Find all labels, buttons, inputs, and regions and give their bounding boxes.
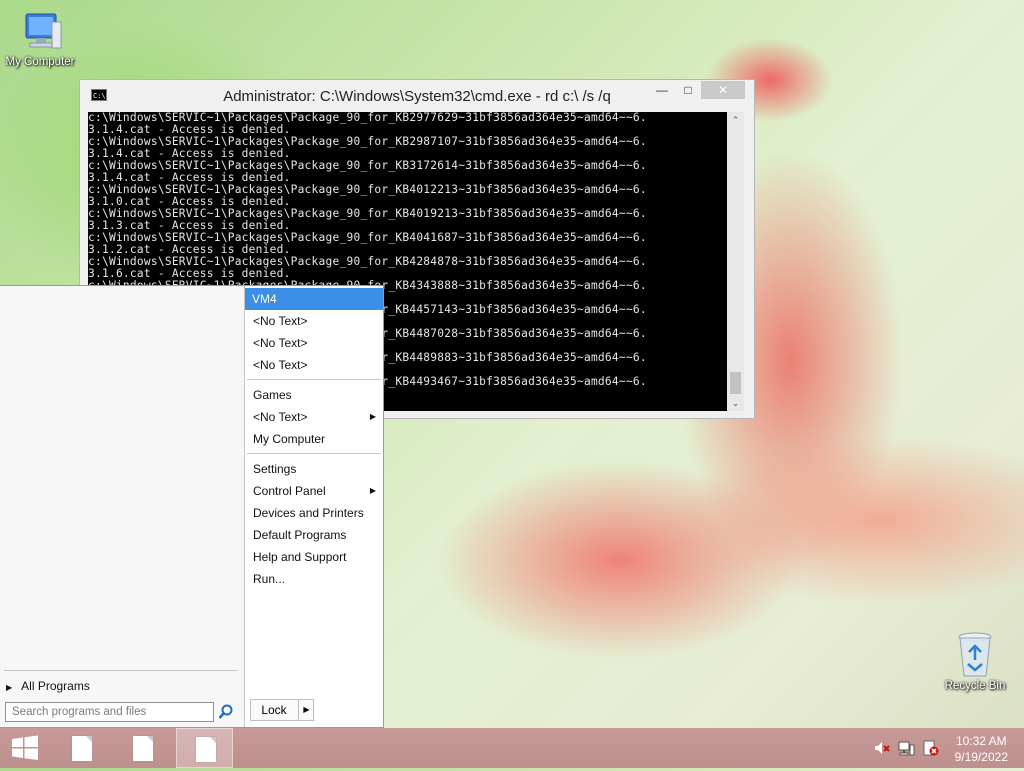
menu-item-label: Games <box>253 388 292 402</box>
menu-item-label: <No Text> <box>253 410 308 424</box>
menu-item-no-text-submenu[interactable]: <No Text> ▶ <box>246 406 382 428</box>
menu-item-label: VM4 <box>252 292 277 306</box>
submenu-arrow-icon: ▶ <box>369 486 376 495</box>
computer-icon <box>16 10 64 56</box>
taskbar-app-2[interactable] <box>114 728 171 768</box>
taskbar: 10:32 AM 9/19/2022 <box>0 728 1024 768</box>
scroll-down-arrow-icon[interactable]: ⌄ <box>727 395 744 411</box>
menu-item-label: <No Text> <box>253 314 308 328</box>
clock-time: 10:32 AM <box>955 734 1007 748</box>
close-button[interactable]: ✕ <box>701 81 745 99</box>
divider <box>247 453 381 454</box>
menu-item-label: Devices and Printers <box>253 506 364 520</box>
menu-item-label: <No Text> <box>253 336 308 350</box>
search-input[interactable]: Search programs and files <box>5 702 214 722</box>
submenu-arrow-icon: ▶ <box>369 412 376 421</box>
start-menu-places-pane: VM4 <No Text> <No Text> <No Text> Games … <box>244 286 383 727</box>
vertical-scrollbar[interactable]: ⌃ ⌄ <box>727 112 744 411</box>
triangle-right-icon: ▶ <box>6 683 13 692</box>
menu-item-label: Settings <box>253 462 297 476</box>
menu-item-label: Help and Support <box>253 550 347 564</box>
minimize-button[interactable]: — <box>649 81 675 99</box>
clock-date: 9/19/2022 <box>954 750 1008 764</box>
document-icon <box>72 736 92 761</box>
cmd-title-bar[interactable]: C:\ Administrator: C:\Windows\System32\c… <box>80 80 754 112</box>
windows-logo-icon <box>12 735 38 760</box>
divider <box>247 379 381 380</box>
menu-item-settings[interactable]: Settings <box>246 458 382 480</box>
menu-item-control-panel[interactable]: Control Panel ▶ <box>246 480 382 502</box>
scroll-up-arrow-icon[interactable]: ⌃ <box>727 112 744 128</box>
menu-item-vm4[interactable]: VM4 <box>245 288 383 310</box>
network-icon[interactable] <box>897 739 915 757</box>
menu-item-label: Default Programs <box>253 528 347 542</box>
document-icon <box>133 736 153 761</box>
recycle-bin-desktop-icon[interactable]: Recycle Bin <box>935 630 1015 692</box>
all-programs-button[interactable]: ▶ All Programs <box>6 679 90 693</box>
my-computer-label: My Computer <box>5 56 75 68</box>
menu-item-games[interactable]: Games <box>246 384 382 406</box>
taskbar-app-3[interactable] <box>176 728 233 768</box>
menu-item-label: <No Text> <box>253 358 308 372</box>
menu-item-no-text-1[interactable]: <No Text> <box>246 310 382 332</box>
volume-muted-icon[interactable] <box>873 739 891 757</box>
lock-button[interactable]: Lock ▶ <box>250 699 314 721</box>
taskbar-app-1[interactable] <box>53 728 110 768</box>
menu-item-run[interactable]: Run... <box>246 568 382 590</box>
menu-item-devices-and-printers[interactable]: Devices and Printers <box>246 502 382 524</box>
all-programs-label: All Programs <box>21 679 90 693</box>
menu-item-default-programs[interactable]: Default Programs <box>246 524 382 546</box>
menu-item-label: Control Panel <box>253 484 326 498</box>
divider <box>4 670 238 671</box>
action-center-error-icon[interactable] <box>921 739 939 757</box>
document-icon <box>196 737 216 762</box>
menu-item-no-text-2[interactable]: <No Text> <box>246 332 382 354</box>
recycle-bin-label: Recycle Bin <box>944 680 1006 692</box>
start-menu: ▶ All Programs Search programs and files … <box>0 285 384 728</box>
scroll-thumb[interactable] <box>730 372 741 394</box>
menu-item-my-computer[interactable]: My Computer <box>246 428 382 450</box>
start-button[interactable] <box>0 728 50 768</box>
lock-options-arrow-icon[interactable]: ▶ <box>298 700 314 720</box>
my-computer-desktop-icon[interactable]: My Computer <box>0 10 80 68</box>
menu-item-help-and-support[interactable]: Help and Support <box>246 546 382 568</box>
menu-item-no-text-3[interactable]: <No Text> <box>246 354 382 376</box>
maximize-button[interactable]: □ <box>675 81 701 99</box>
search-icon[interactable] <box>218 703 234 721</box>
menu-item-label: My Computer <box>253 432 326 446</box>
menu-item-label: Run... <box>253 572 286 586</box>
system-clock[interactable]: 10:32 AM 9/19/2022 <box>955 733 1008 765</box>
start-menu-programs-pane: ▶ All Programs Search programs and files <box>0 286 244 727</box>
lock-label: Lock <box>261 703 287 717</box>
recycle-bin-icon <box>955 630 995 680</box>
